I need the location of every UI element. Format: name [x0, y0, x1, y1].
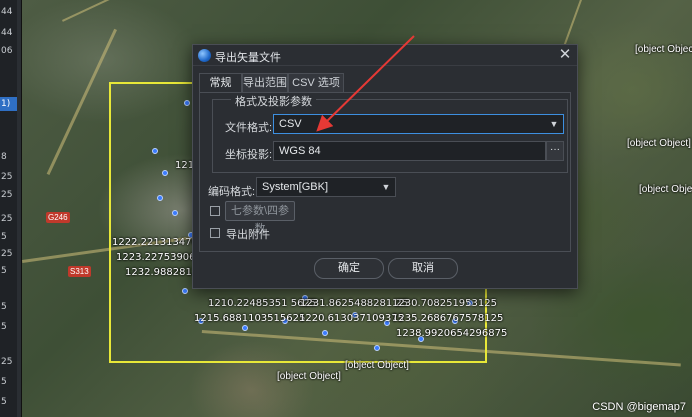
ok-button[interactable]: 确定 — [314, 258, 384, 279]
coord-label: 1220.613037109375 — [299, 313, 404, 324]
coord-label: 1235.2686767578125 — [392, 313, 504, 324]
road-badge: G246 — [46, 212, 70, 223]
watermark: CSDN @bigemap7 — [592, 401, 686, 413]
place-label: [object Object] — [345, 360, 409, 371]
map-point[interactable] — [172, 210, 178, 216]
app-logo-icon — [198, 49, 211, 62]
tab-panel-general: 格式及投影参数 文件格式: CSV ▼ 坐标投影: WGS 84 ··· 编码格… — [199, 92, 571, 252]
group-title: 格式及投影参数 — [231, 93, 316, 109]
map-point[interactable] — [374, 345, 380, 351]
chevron-down-icon: ▼ — [549, 119, 559, 129]
map-point[interactable] — [184, 100, 190, 106]
layer-list-panel[interactable]: 44 44 06 1) 8 25 25 25 5 25 5 5 5 25 5 5 — [0, 0, 22, 417]
map-point[interactable] — [152, 148, 158, 154]
encoding-select[interactable]: System[GBK] ▼ — [256, 177, 396, 197]
projection-browse-button[interactable]: ··· — [546, 141, 564, 161]
map-point[interactable] — [162, 170, 168, 176]
export-vector-dialog[interactable]: 导出矢量文件 ✕ 常规 导出范围 CSV 选项 格式及投影参数 文件格式: CS… — [192, 44, 578, 289]
left-panel-scrollbar[interactable] — [17, 0, 21, 417]
tab-export-range[interactable]: 导出范围 — [242, 73, 288, 93]
seven-params-button[interactable]: 七参数\四参数 — [225, 201, 295, 235]
projection-value: WGS 84 — [279, 145, 321, 157]
place-label: [object Object] — [277, 371, 341, 382]
encoding-label: 编码格式: — [208, 186, 256, 198]
map-point[interactable] — [322, 330, 328, 336]
export-attachments-checkbox[interactable] — [210, 228, 220, 238]
place-label: [object Object] — [635, 44, 692, 55]
map-point[interactable] — [242, 325, 248, 331]
seven-params-checkbox[interactable] — [210, 206, 220, 216]
road — [62, 0, 245, 22]
coord-label: 1238.9920654296875 — [396, 328, 508, 339]
coord-label: 1223.22753906 — [116, 252, 196, 263]
format-projection-group: 格式及投影参数 文件格式: CSV ▼ 坐标投影: WGS 84 ··· — [212, 93, 568, 173]
projection-label: 坐标投影: — [225, 149, 273, 161]
coord-label: 1230.708251953125 — [392, 298, 497, 309]
file-format-label: 文件格式: — [225, 122, 273, 134]
export-attachments-label: 导出附件 — [226, 229, 270, 241]
chevron-down-icon: ▼ — [381, 182, 391, 192]
road-badge: S313 — [68, 266, 91, 277]
projection-field[interactable]: WGS 84 — [273, 141, 546, 161]
coord-label: 1215.6881103515625 — [194, 313, 306, 324]
cancel-button[interactable]: 取消 — [388, 258, 458, 279]
dialog-title: 导出矢量文件 — [215, 52, 281, 64]
tab-general[interactable]: 常规 — [199, 73, 242, 93]
map-point[interactable] — [157, 195, 163, 201]
place-label: [object Object] — [627, 138, 691, 149]
road — [46, 28, 117, 176]
place-label: [object Object] — [639, 184, 692, 195]
tab-csv-options[interactable]: CSV 选项 — [288, 73, 344, 93]
file-format-value: CSV — [279, 118, 302, 130]
map-point[interactable] — [182, 288, 188, 294]
dialog-titlebar[interactable]: 导出矢量文件 ✕ — [193, 45, 577, 66]
encoding-value: System[GBK] — [262, 181, 329, 193]
close-button[interactable]: ✕ — [555, 46, 575, 65]
file-format-select[interactable]: CSV ▼ — [273, 114, 564, 134]
